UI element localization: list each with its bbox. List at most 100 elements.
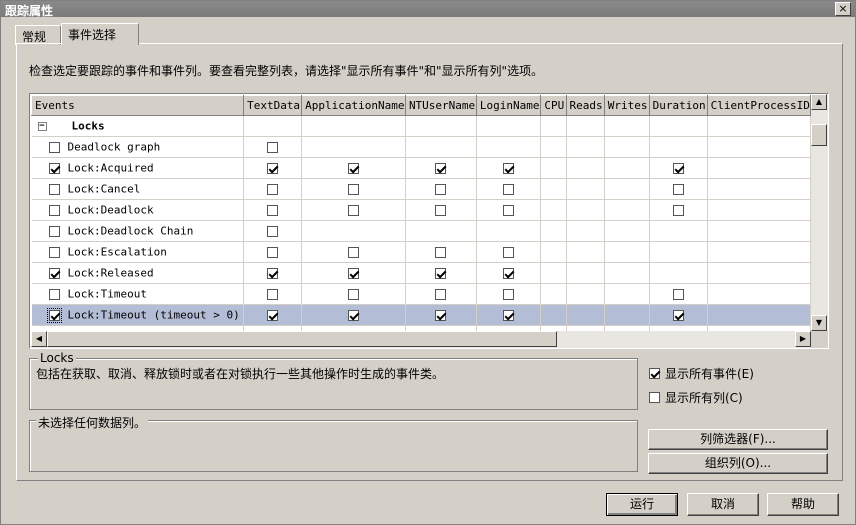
collapse-icon[interactable]: − <box>37 121 47 131</box>
grid-cell[interactable] <box>649 199 708 221</box>
grid-cell[interactable] <box>301 199 406 221</box>
column-header-ntusername[interactable]: NTUserName <box>404 95 477 116</box>
column-checkbox[interactable] <box>435 205 447 216</box>
column-checkbox[interactable] <box>348 247 360 258</box>
scroll-right-button[interactable]: ▶ <box>795 331 811 347</box>
column-checkbox[interactable] <box>672 163 684 174</box>
column-filters-button[interactable]: 列筛选器(F)... <box>648 429 828 450</box>
column-checkbox[interactable] <box>672 205 684 216</box>
grid-cell[interactable] <box>301 157 406 179</box>
grid-cell[interactable] <box>301 283 406 305</box>
column-checkbox[interactable] <box>267 268 279 279</box>
event-checkbox[interactable] <box>48 162 60 174</box>
column-checkbox[interactable] <box>672 289 684 300</box>
column-checkbox[interactable] <box>348 205 360 216</box>
column-checkbox[interactable] <box>435 247 447 258</box>
event-checkbox[interactable] <box>48 141 60 153</box>
column-checkbox[interactable] <box>435 184 447 195</box>
event-row[interactable]: Lock:Acquired <box>31 157 811 179</box>
event-row[interactable]: Lock:Deadlock Chain <box>31 220 811 242</box>
grid-cell[interactable] <box>243 304 303 326</box>
show-all-events-option[interactable]: 显示所有事件(E) <box>649 365 754 382</box>
grid-cell[interactable] <box>301 178 406 200</box>
close-button[interactable]: × <box>835 2 851 16</box>
event-row[interactable]: Lock:Cancel <box>31 178 811 200</box>
column-header-events[interactable]: Events <box>31 95 245 116</box>
grid-cell[interactable] <box>405 157 477 179</box>
column-checkbox[interactable] <box>267 142 279 153</box>
column-checkbox[interactable] <box>267 289 279 300</box>
column-checkbox[interactable] <box>672 184 684 195</box>
show-all-columns-checkbox[interactable] <box>649 392 660 403</box>
grid-cell[interactable] <box>649 283 708 305</box>
grid-cell[interactable] <box>243 283 303 305</box>
horizontal-scroll-thumb[interactable] <box>47 331 557 347</box>
column-header-cpu[interactable]: CPU <box>540 95 567 116</box>
grid-cell[interactable] <box>405 283 477 305</box>
vertical-scroll-thumb[interactable] <box>811 124 827 146</box>
column-checkbox[interactable] <box>267 184 279 195</box>
title-bar[interactable]: 跟踪属性 × <box>1 1 855 18</box>
event-checkbox[interactable] <box>48 288 60 300</box>
column-header-duration[interactable]: Duration <box>648 95 708 116</box>
grid-cell[interactable] <box>476 262 542 284</box>
help-button[interactable]: 帮助 <box>767 493 839 516</box>
column-checkbox[interactable] <box>267 247 279 258</box>
column-checkbox[interactable] <box>435 289 447 300</box>
tab-general[interactable]: 常规 <box>15 25 61 45</box>
grid-cell[interactable] <box>301 262 406 284</box>
scroll-up-button[interactable]: ▲ <box>811 94 827 110</box>
column-checkbox[interactable] <box>503 268 515 279</box>
event-row[interactable]: Lock:Released <box>31 262 811 284</box>
column-checkbox[interactable] <box>267 205 279 216</box>
grid-cell[interactable] <box>649 157 708 179</box>
grid-cell[interactable] <box>405 304 477 326</box>
grid-cell[interactable] <box>243 178 303 200</box>
show-all-events-checkbox[interactable] <box>649 368 660 379</box>
grid-cell[interactable] <box>476 199 542 221</box>
grid-cell[interactable] <box>243 241 303 263</box>
event-checkbox[interactable] <box>48 183 60 195</box>
column-checkbox[interactable] <box>503 163 515 174</box>
column-header-applicationname[interactable]: ApplicationName <box>301 95 406 116</box>
event-checkbox[interactable] <box>48 225 60 237</box>
event-row[interactable]: Lock:Timeout <box>31 283 811 305</box>
grid-cell[interactable] <box>243 220 303 242</box>
grid-cell[interactable] <box>476 157 542 179</box>
grid-cell[interactable] <box>476 304 542 326</box>
event-checkbox[interactable] <box>48 246 60 258</box>
tab-events-selection[interactable]: 事件选择 <box>61 23 139 45</box>
grid-cell[interactable] <box>243 199 303 221</box>
grid-cell[interactable] <box>649 178 708 200</box>
grid-cell[interactable] <box>405 178 477 200</box>
cancel-button[interactable]: 取消 <box>687 493 759 516</box>
column-checkbox[interactable] <box>435 268 447 279</box>
column-checkbox[interactable] <box>503 184 515 195</box>
event-row[interactable]: Lock:Deadlock <box>31 199 811 221</box>
column-checkbox[interactable] <box>348 184 360 195</box>
column-header-writes[interactable]: Writes <box>603 95 650 116</box>
event-checkbox[interactable] <box>46 307 62 323</box>
column-header-textdata[interactable]: TextData <box>243 95 303 116</box>
vertical-scrollbar[interactable]: ▲ ▼ <box>811 94 828 331</box>
column-checkbox[interactable] <box>348 310 360 321</box>
grid-cell[interactable] <box>649 304 708 326</box>
column-checkbox[interactable] <box>672 310 684 321</box>
event-row[interactable]: Deadlock graph <box>31 136 811 158</box>
column-checkbox[interactable] <box>503 289 515 300</box>
column-header-reads[interactable]: Reads <box>565 95 605 116</box>
grid-cell[interactable] <box>476 178 542 200</box>
column-checkbox[interactable] <box>267 163 279 174</box>
scroll-down-button[interactable]: ▼ <box>811 315 827 331</box>
grid-cell[interactable] <box>476 241 542 263</box>
event-checkbox[interactable] <box>48 204 60 216</box>
grid-cell[interactable] <box>243 262 303 284</box>
event-row[interactable]: Lock:Escalation <box>31 241 811 263</box>
column-checkbox[interactable] <box>348 289 360 300</box>
grid-cell[interactable] <box>243 136 303 158</box>
scroll-left-button[interactable]: ◀ <box>31 331 47 347</box>
grid-cell[interactable] <box>405 199 477 221</box>
column-checkbox[interactable] <box>267 310 279 321</box>
grid-cell[interactable] <box>405 262 477 284</box>
grid-cell[interactable] <box>243 157 303 179</box>
